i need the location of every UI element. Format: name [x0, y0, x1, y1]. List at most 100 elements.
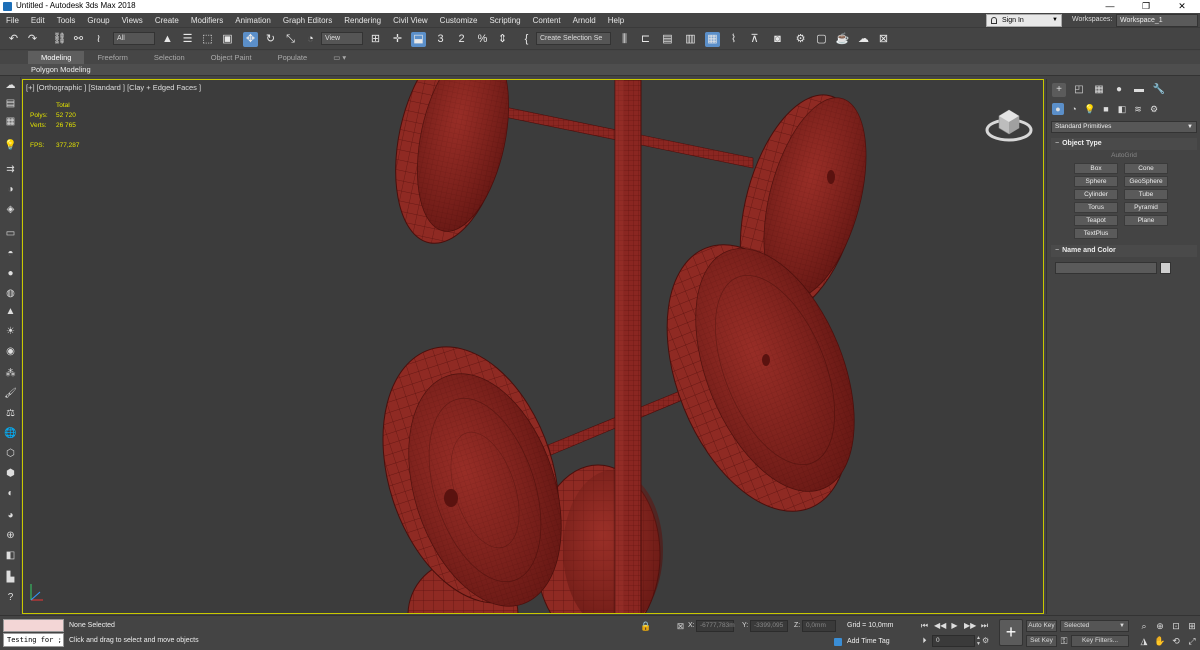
next-frame-icon[interactable]: ▶▶ — [964, 620, 976, 631]
field-of-view-icon[interactable]: ◮ — [1138, 635, 1150, 647]
plane-button[interactable]: Plane — [1124, 215, 1168, 226]
link-icon[interactable]: ⛓ — [52, 32, 67, 47]
hemisphere-icon[interactable]: ◓ — [4, 247, 17, 260]
render-sphere-icon[interactable]: ◕ — [4, 509, 17, 522]
maxscript-listener-input[interactable]: Testing for ; — [3, 633, 64, 647]
select-and-move-icon[interactable]: ✥ — [243, 32, 258, 47]
motion-icon[interactable]: ◑ — [4, 183, 17, 196]
unlink-icon[interactable]: ⚯ — [71, 32, 86, 47]
menu-group[interactable]: Group — [81, 13, 115, 28]
set-keys-icon[interactable]: + — [999, 619, 1023, 646]
rectangular-selection-icon[interactable]: ⬚ — [200, 32, 215, 47]
create-tab-icon[interactable]: + — [1052, 83, 1066, 97]
select-and-scale-icon[interactable]: ⤡ — [283, 32, 298, 47]
tab-object-paint[interactable]: Object Paint — [198, 51, 265, 64]
menu-civil-view[interactable]: Civil View — [387, 13, 434, 28]
geosphere-button[interactable]: GeoSphere — [1124, 176, 1168, 187]
pyramid-button[interactable]: Pyramid — [1124, 202, 1168, 213]
disc-upper-left[interactable] — [378, 80, 524, 254]
object-name-field[interactable] — [1055, 262, 1157, 274]
display-tab-icon[interactable]: ▬ — [1132, 83, 1146, 97]
hierarchy-tab-icon[interactable]: ▦ — [1092, 83, 1106, 97]
window-crossing-icon[interactable]: ▣ — [220, 32, 235, 47]
percent-snap-button[interactable]: % — [475, 32, 490, 47]
scene-render[interactable] — [23, 80, 1044, 614]
maxscript-listener-output[interactable] — [3, 619, 64, 632]
toggle-ribbon-icon[interactable]: ▦ — [705, 32, 720, 47]
space-warps-icon[interactable]: ≋ — [1132, 103, 1144, 115]
menu-views[interactable]: Views — [116, 13, 149, 28]
spinner-snap-icon[interactable]: ⇕ — [495, 32, 510, 47]
toggle-scene-explorer-icon[interactable]: ▤ — [660, 32, 675, 47]
viewport-label[interactable]: [+] [Orthographic ] [Standard ] [Clay + … — [26, 83, 201, 92]
select-manipulate-icon[interactable]: ✛ — [390, 32, 405, 47]
sphere-button[interactable]: Sphere — [1074, 176, 1118, 187]
set-key-button[interactable]: Set Key — [1026, 635, 1057, 647]
transform-icon[interactable]: ⊕ — [4, 529, 17, 542]
select-and-place-icon[interactable]: ◔ — [303, 32, 318, 47]
render-in-cloud-icon[interactable]: ☁ — [856, 32, 871, 47]
menu-arnold[interactable]: Arnold — [567, 13, 602, 28]
absolute-mode-icon[interactable]: ⊠ — [675, 621, 686, 632]
shapes-icon[interactable]: ◔ — [1068, 103, 1080, 115]
tab-freeform[interactable]: Freeform — [84, 51, 140, 64]
center-pole[interactable] — [614, 80, 642, 614]
help-icon[interactable]: ? — [4, 591, 17, 604]
go-to-end-icon[interactable]: ⏭ — [979, 620, 990, 631]
tab-selection[interactable]: Selection — [141, 51, 198, 64]
selection-filter-select[interactable]: All — [113, 32, 155, 45]
cone-button[interactable]: Cone — [1124, 163, 1168, 174]
named-selection-set-select[interactable]: Create Selection Se — [536, 32, 611, 45]
render-production-icon[interactable]: ☕ — [835, 32, 850, 47]
schematic-view-icon[interactable]: ⊼ — [747, 32, 762, 47]
menu-scripting[interactable]: Scripting — [483, 13, 526, 28]
object-type-rollout[interactable]: − Object Type — [1051, 138, 1197, 150]
display-icon[interactable]: ◈ — [4, 203, 17, 216]
z-coordinate-field[interactable]: 0,0mm — [802, 620, 836, 632]
viewcube-icon[interactable] — [983, 98, 1035, 143]
orbit-icon[interactable]: ⟲ — [1170, 635, 1182, 647]
undo-icon[interactable]: ↶ — [6, 32, 21, 47]
select-object-icon[interactable]: ▲ — [160, 32, 175, 47]
systems-icon[interactable]: ⚙ — [1148, 103, 1160, 115]
close-button[interactable]: ✕ — [1164, 0, 1200, 13]
zoom-icon[interactable]: ⌕ — [1138, 620, 1150, 632]
hierarchy-icon[interactable]: ⇉ — [4, 163, 17, 176]
helpers-icon[interactable]: ◧ — [1116, 103, 1128, 115]
previous-frame-icon[interactable]: ◀◀ — [934, 620, 946, 631]
select-by-name-icon[interactable]: ☰ — [180, 32, 195, 47]
mirror-icon[interactable]: ⫼ — [617, 32, 632, 47]
workspace-select[interactable]: Workspace_1 — [1116, 14, 1198, 27]
sphere-gold-icon[interactable]: ◉ — [4, 345, 17, 358]
box-button[interactable]: Box — [1074, 163, 1118, 174]
tab-modeling[interactable]: Modeling — [28, 51, 85, 64]
maximize-viewport-icon[interactable]: ⤢ — [1186, 635, 1198, 647]
rendered-frame-window-icon[interactable]: ▢ — [814, 32, 829, 47]
go-to-start-icon[interactable]: ⏮ — [919, 620, 930, 631]
align-icon[interactable]: ⊏ — [638, 32, 653, 47]
snaps-toggle-button[interactable]: 3 — [433, 32, 448, 47]
sign-in-button[interactable]: Sign In ▼ — [986, 14, 1062, 27]
auto-key-button[interactable]: Auto Key — [1026, 620, 1057, 632]
redo-icon[interactable]: ↷ — [25, 32, 40, 47]
key-mode-icon[interactable]: ⏵ — [919, 635, 930, 646]
zoom-extents-icon[interactable]: ⊡ — [1170, 620, 1182, 632]
sphere-object-icon[interactable]: ● — [4, 267, 17, 280]
x-coordinate-field[interactable]: -6777,783m — [696, 620, 735, 632]
layout-tab-icon[interactable]: ▦ — [4, 115, 17, 128]
angle-snap-button[interactable]: 2 — [454, 32, 469, 47]
particles-icon[interactable]: ⁂ — [4, 367, 17, 380]
textplus-button[interactable]: TextPlus — [1074, 228, 1118, 239]
autogrid-checkbox[interactable]: AutoGrid — [1051, 152, 1197, 159]
cameras-icon[interactable]: ■ — [1100, 103, 1112, 115]
key-filters-button[interactable]: Key Filters... — [1071, 635, 1129, 647]
select-and-rotate-icon[interactable]: ↻ — [263, 32, 278, 47]
menu-help[interactable]: Help — [602, 13, 630, 28]
light-bulb-icon[interactable]: 💡 — [4, 139, 17, 152]
zoom-all-icon[interactable]: ⊕ — [1154, 620, 1166, 632]
viewport-orthographic[interactable]: [+] [Orthographic ] [Standard ] [Clay + … — [22, 79, 1044, 614]
y-coordinate-field[interactable]: -3399,095 — [750, 620, 788, 632]
material-editor-icon[interactable]: ◙ — [770, 32, 785, 47]
geosphere-icon[interactable]: ◍ — [4, 287, 17, 300]
menu-content[interactable]: Content — [527, 13, 567, 28]
